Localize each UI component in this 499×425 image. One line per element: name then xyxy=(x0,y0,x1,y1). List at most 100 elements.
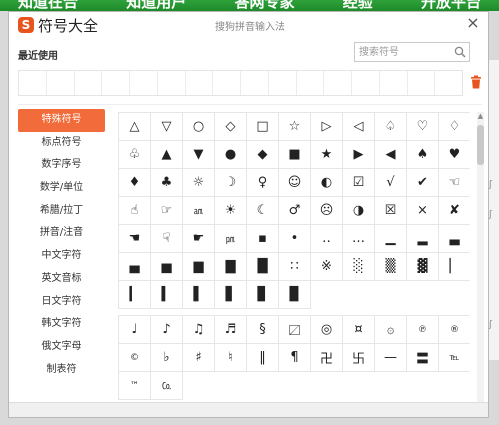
symbol-cell[interactable]: ▄ xyxy=(119,253,151,281)
symbol-cell[interactable]: ◀ xyxy=(375,141,407,169)
search-input[interactable] xyxy=(355,43,455,61)
recent-symbol-cell[interactable] xyxy=(213,71,241,95)
recent-symbol-cell[interactable] xyxy=(47,71,75,95)
symbol-cell[interactable]: ✔ xyxy=(407,169,439,197)
symbol-cell[interactable]: ¤ xyxy=(343,316,375,344)
recent-symbol-cell[interactable] xyxy=(186,71,214,95)
recent-symbol-cell[interactable] xyxy=(380,71,408,95)
symbol-cell[interactable]: ㏇ xyxy=(151,372,183,400)
symbol-cell[interactable]: ▊ xyxy=(247,281,279,309)
symbol-cell[interactable]: ▃ xyxy=(439,225,470,253)
scrollbar-thumb[interactable] xyxy=(477,125,484,165)
symbol-cell[interactable]: ☚ xyxy=(119,225,151,253)
symbol-cell[interactable]: ♦ xyxy=(119,169,151,197)
recent-symbol-cell[interactable] xyxy=(408,71,436,95)
symbol-cell[interactable]: 〼 xyxy=(279,316,311,344)
symbol-cell[interactable]: ♢ xyxy=(439,113,470,141)
symbol-cell[interactable]: ℗ xyxy=(407,316,439,344)
symbol-cell[interactable]: 〓 xyxy=(407,344,439,372)
symbol-cell[interactable]: ◎ xyxy=(311,316,343,344)
symbol-cell[interactable]: ▍ xyxy=(151,281,183,309)
category-item[interactable]: 标点符号 xyxy=(18,132,105,155)
symbol-cell[interactable]: ♪ xyxy=(151,316,183,344)
symbol-cell[interactable]: ☜ xyxy=(439,169,470,197)
symbol-cell[interactable]: ♡ xyxy=(407,113,439,141)
symbol-cell[interactable]: ♥ xyxy=(439,141,470,169)
symbol-cell[interactable]: ★ xyxy=(311,141,343,169)
symbol-cell[interactable]: ▽ xyxy=(151,113,183,141)
category-item[interactable]: 制表符 xyxy=(18,359,105,382)
symbol-cell[interactable]: ♭ xyxy=(151,344,183,372)
symbol-cell[interactable]: ☑ xyxy=(343,169,375,197)
symbol-cell[interactable]: ▎ xyxy=(119,281,151,309)
symbol-cell[interactable]: ▓ xyxy=(407,253,439,281)
symbol-cell[interactable]: ▷ xyxy=(311,113,343,141)
symbol-cell[interactable]: ◁ xyxy=(343,113,375,141)
symbol-cell[interactable]: ☝ xyxy=(119,197,151,225)
symbol-cell[interactable]: ▅ xyxy=(151,253,183,281)
category-item[interactable]: 数字序号 xyxy=(18,154,105,177)
symbol-cell[interactable]: ☼ xyxy=(183,169,215,197)
recent-symbol-cell[interactable] xyxy=(297,71,325,95)
symbol-cell[interactable]: ¶ xyxy=(279,344,311,372)
symbol-cell[interactable]: ☆ xyxy=(279,113,311,141)
symbol-cell[interactable]: ● xyxy=(215,141,247,169)
close-icon[interactable]: × xyxy=(464,14,482,32)
symbol-cell[interactable]: ▌ xyxy=(183,281,215,309)
recent-symbol-cell[interactable] xyxy=(130,71,158,95)
symbol-cell[interactable]: ♫ xyxy=(183,316,215,344)
symbol-cell[interactable]: ♮ xyxy=(215,344,247,372)
symbol-cell[interactable]: ■ xyxy=(279,141,311,169)
symbol-cell[interactable]: 卐 xyxy=(343,344,375,372)
symbol-cell[interactable]: △ xyxy=(119,113,151,141)
category-item[interactable]: 拼音/注音 xyxy=(18,222,105,245)
symbol-cell[interactable]: ☺ xyxy=(279,169,311,197)
category-item[interactable]: 中文字符 xyxy=(18,245,105,268)
category-item[interactable]: 英文音标 xyxy=(18,268,105,291)
symbol-cell[interactable]: ◇ xyxy=(215,113,247,141)
symbol-cell[interactable]: ♂ xyxy=(279,197,311,225)
symbol-cell[interactable]: ☛ xyxy=(183,225,215,253)
symbol-cell[interactable]: ☞ xyxy=(151,197,183,225)
symbol-cell[interactable]: © xyxy=(119,344,151,372)
symbol-cell[interactable]: ♠ xyxy=(407,141,439,169)
symbol-cell[interactable]: ▁ xyxy=(375,225,407,253)
recent-symbol-cell[interactable] xyxy=(324,71,352,95)
category-item[interactable]: 日文字符 xyxy=(18,291,105,314)
symbol-cell[interactable]: ○ xyxy=(183,113,215,141)
symbol-cell[interactable]: ♤ xyxy=(375,113,407,141)
symbol-cell[interactable]: ® xyxy=(439,316,470,344)
symbol-cell[interactable]: ℡ xyxy=(439,344,470,372)
symbol-cell[interactable]: ‖ xyxy=(247,344,279,372)
symbol-cell[interactable]: ▼ xyxy=(183,141,215,169)
symbol-cell[interactable]: ☹ xyxy=(311,197,343,225)
symbol-cell[interactable]: ∷ xyxy=(279,253,311,281)
recent-symbol-cell[interactable] xyxy=(352,71,380,95)
symbol-cell[interactable]: 卍 xyxy=(311,344,343,372)
symbol-cell[interactable]: □ xyxy=(247,113,279,141)
symbol-cell[interactable]: ☀ xyxy=(215,197,247,225)
symbol-cell[interactable]: ▒ xyxy=(375,253,407,281)
recent-symbol-cell[interactable] xyxy=(19,71,47,95)
symbol-cell[interactable]: ♩ xyxy=(119,316,151,344)
search-box[interactable] xyxy=(354,42,470,62)
symbol-cell[interactable]: ▏ xyxy=(439,253,470,281)
category-item[interactable]: 特殊符号 xyxy=(18,109,105,132)
symbol-cell[interactable]: ۞ xyxy=(375,316,407,344)
symbol-cell[interactable]: ☾ xyxy=(247,197,279,225)
symbol-cell[interactable]: ♀ xyxy=(247,169,279,197)
symbol-cell[interactable]: ▪ xyxy=(247,225,279,253)
category-item[interactable]: 希腊/拉丁 xyxy=(18,200,105,223)
symbol-cell[interactable]: … xyxy=(343,225,375,253)
symbol-cell[interactable]: § xyxy=(247,316,279,344)
recent-symbol-cell[interactable] xyxy=(158,71,186,95)
symbol-cell[interactable]: ™ xyxy=(119,372,151,400)
recent-symbol-cell[interactable] xyxy=(75,71,103,95)
symbol-cell[interactable]: ♧ xyxy=(119,141,151,169)
symbol-cell[interactable]: ☟ xyxy=(151,225,183,253)
recent-symbol-cell[interactable] xyxy=(241,71,269,95)
symbol-cell[interactable]: ░ xyxy=(343,253,375,281)
symbol-cell[interactable]: ㏘ xyxy=(215,225,247,253)
recent-symbol-cell[interactable] xyxy=(269,71,297,95)
symbol-cell[interactable]: ㏂ xyxy=(183,197,215,225)
